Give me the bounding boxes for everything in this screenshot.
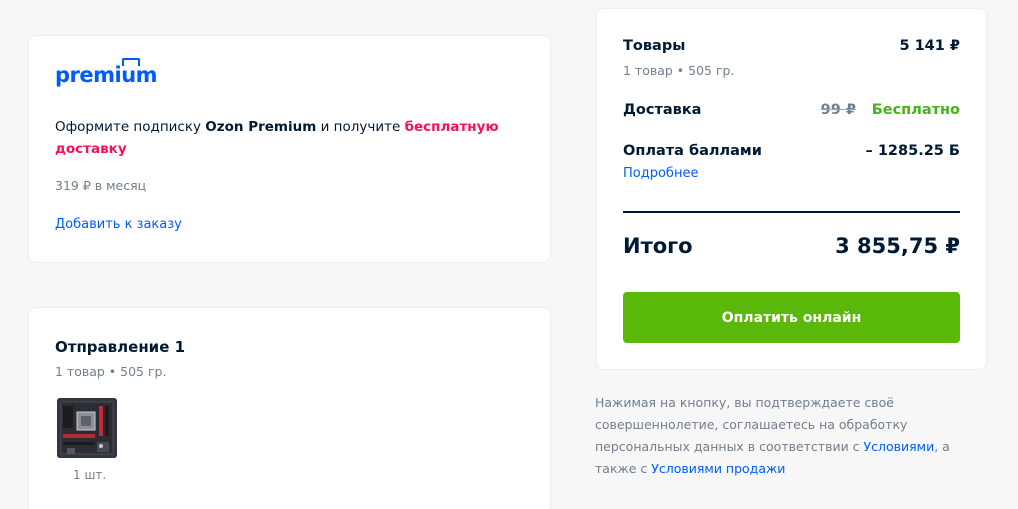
shipment-card: Отправление 1 1 товар • 505 гр. 1 шт. [28, 307, 551, 509]
premium-brand-name: Ozon Premium [205, 119, 317, 135]
add-premium-to-order-link[interactable]: Добавить к заказу [55, 217, 182, 232]
points-payment-label: Оплата баллами [623, 143, 762, 159]
points-payment-value: – 1285.25 Б [865, 143, 960, 159]
summary-divider [623, 211, 960, 213]
premium-logo: premium [55, 58, 158, 87]
terms-of-sale-link[interactable]: Условиями продажи [651, 461, 785, 476]
legal-consent-text: Нажимая на кнопку, вы подтверждаете своё… [595, 395, 950, 476]
order-summary-card: Товары 5 141 ₽ 1 товар • 505 гр. Доставк… [596, 8, 987, 370]
total-label: Итого [623, 234, 693, 258]
pay-online-button[interactable]: Оплатить онлайн [623, 292, 960, 343]
delivery-free-value: Бесплатно [871, 102, 960, 118]
delivery-label: Доставка [623, 102, 702, 118]
goods-label: Товары [623, 38, 686, 54]
delivery-old-price: 99 ₽ [820, 102, 856, 118]
product-quantity: 1 шт. [73, 468, 107, 482]
points-details-link[interactable]: Подробнее [623, 166, 698, 181]
shipment-subtitle: 1 товар • 505 гр. [55, 364, 167, 379]
total-value: 3 855,75 ₽ [835, 234, 960, 258]
premium-price: 319 ₽ в месяц [55, 178, 147, 193]
premium-card: premium Оформите подписку Ozon Premium и… [28, 35, 551, 263]
product-thumbnail[interactable] [57, 398, 117, 458]
goods-subtitle: 1 товар • 505 гр. [623, 63, 735, 78]
terms-link[interactable]: Условиями [864, 439, 935, 454]
premium-offer-text: Оформите подписку Ozon Premium и получит… [55, 119, 499, 157]
goods-total: 5 141 ₽ [899, 38, 960, 54]
motherboard-image-icon [57, 398, 117, 458]
shipment-title: Отправление 1 [55, 338, 186, 356]
